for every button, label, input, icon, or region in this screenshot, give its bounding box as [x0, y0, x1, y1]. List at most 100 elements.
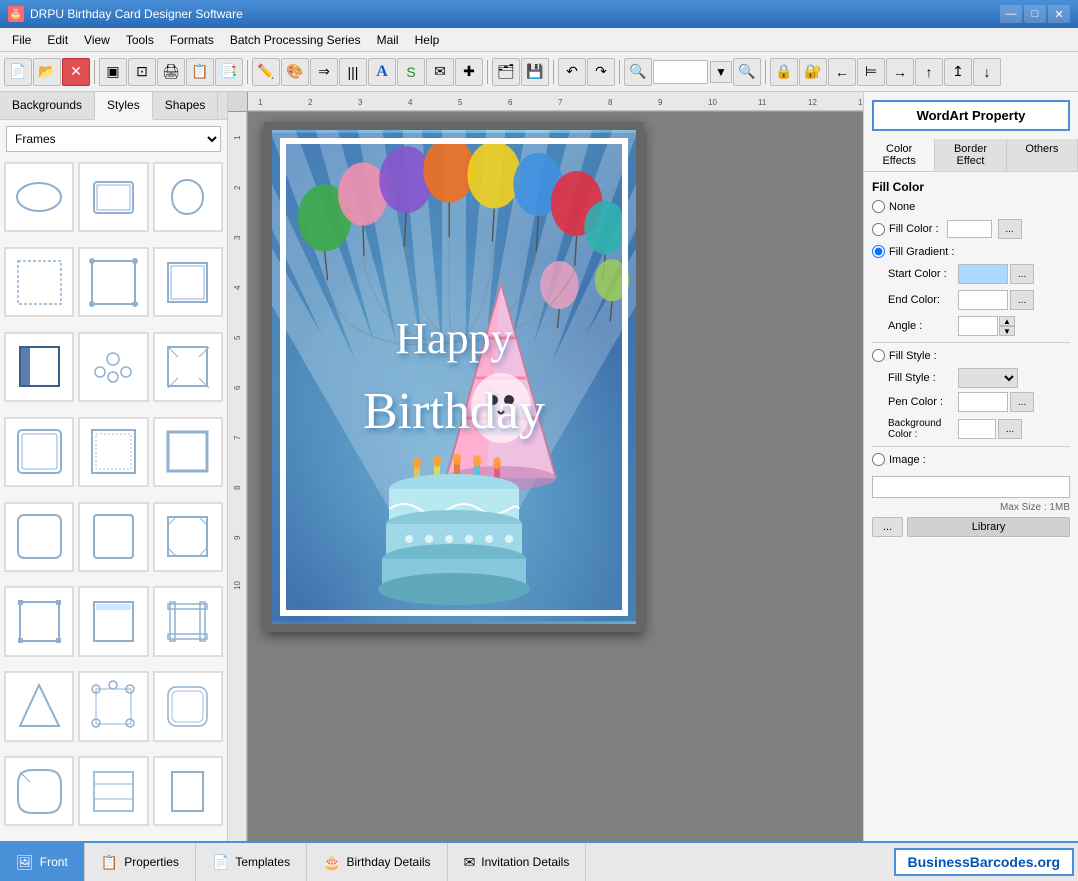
fill-gradient-radio[interactable]	[872, 245, 885, 258]
none-radio[interactable]	[872, 200, 885, 213]
frame-item[interactable]	[153, 756, 223, 826]
open-button[interactable]: 📂	[33, 58, 61, 86]
angle-down[interactable]: ▼	[999, 326, 1015, 336]
crosshair-button[interactable]: ✚	[455, 58, 483, 86]
end-color-box[interactable]	[958, 290, 1008, 310]
tab-others[interactable]: Others	[1007, 139, 1078, 171]
frame-item[interactable]	[153, 502, 223, 572]
frames-dropdown[interactable]: Frames Borders Corners	[6, 126, 221, 152]
fill-style-select[interactable]	[958, 368, 1018, 388]
tab-templates[interactable]: 📄 Templates	[196, 843, 307, 881]
maximize-button[interactable]: □	[1024, 5, 1046, 23]
image-radio[interactable]	[872, 453, 885, 466]
frame-item[interactable]	[4, 756, 74, 826]
tab-front[interactable]: 🖼 Front	[0, 843, 85, 881]
fill-color-radio[interactable]	[872, 223, 885, 236]
pen-color-box[interactable]	[958, 392, 1008, 412]
tb-btn9[interactable]: S	[397, 58, 425, 86]
tb-btn2[interactable]: ▣	[99, 58, 127, 86]
new-button[interactable]: 📄	[4, 58, 32, 86]
menu-mail[interactable]: Mail	[369, 28, 407, 51]
undo-button[interactable]: ↶	[558, 58, 586, 86]
frame-item[interactable]	[78, 162, 148, 232]
tb-btn4[interactable]: 📋	[186, 58, 214, 86]
tab-birthday-details[interactable]: 🎂 Birthday Details	[307, 843, 447, 881]
library-button[interactable]: Library	[907, 517, 1070, 537]
menu-view[interactable]: View	[76, 28, 118, 51]
tb-btn8[interactable]: ⇒	[310, 58, 338, 86]
frame-item[interactable]	[78, 417, 148, 487]
frame-item[interactable]	[153, 417, 223, 487]
frame-item[interactable]	[78, 247, 148, 317]
lock-button[interactable]: 🔒	[770, 58, 798, 86]
frame-item[interactable]	[4, 162, 74, 232]
zoom-input[interactable]: 200%	[653, 60, 708, 84]
tb-btn6[interactable]: ✏️	[252, 58, 280, 86]
frame-item[interactable]	[4, 332, 74, 402]
frame-item[interactable]	[4, 247, 74, 317]
arrow-down-button[interactable]: ↓	[973, 58, 1001, 86]
image-browse-button[interactable]: ...	[872, 517, 903, 537]
tab-border-effect[interactable]: Border Effect	[935, 139, 1006, 171]
zoom-dropdown-button[interactable]: ▼	[710, 61, 732, 83]
zoom-in-button[interactable]: 🔍	[624, 58, 652, 86]
tb-btn10[interactable]: ✉	[426, 58, 454, 86]
frame-item[interactable]	[153, 586, 223, 656]
angle-input[interactable]: 0	[958, 316, 998, 336]
frame-item[interactable]	[4, 417, 74, 487]
canvas-area[interactable]: 1 2 3 4 5 6 7 8 9 10 11 12 13 14 15 16	[228, 92, 863, 841]
frame-item[interactable]	[78, 586, 148, 656]
frame-item[interactable]	[4, 671, 74, 741]
angle-up[interactable]: ▲	[999, 316, 1015, 326]
barcode-button[interactable]: |||	[339, 58, 367, 86]
tb-btn5[interactable]: 📑	[215, 58, 243, 86]
minimize-button[interactable]: —	[1000, 5, 1022, 23]
frame-item[interactable]	[78, 332, 148, 402]
frame-item[interactable]	[153, 332, 223, 402]
start-color-browse[interactable]: ...	[1010, 264, 1034, 284]
text-button[interactable]: A	[368, 58, 396, 86]
frame-item[interactable]	[4, 586, 74, 656]
tab-shapes[interactable]: Shapes	[153, 92, 219, 119]
tb-btn7[interactable]: 🎨	[281, 58, 309, 86]
menu-edit[interactable]: Edit	[39, 28, 76, 51]
tab-color-effects[interactable]: Color Effects	[864, 139, 935, 171]
tab-styles[interactable]: Styles	[95, 92, 153, 120]
tb-btn12[interactable]: 💾	[521, 58, 549, 86]
save-button[interactable]: ✕	[62, 58, 90, 86]
close-button[interactable]: ✕	[1048, 5, 1070, 23]
menu-formats[interactable]: Formats	[162, 28, 222, 51]
redo-button[interactable]: ↷	[587, 58, 615, 86]
tb-btn3[interactable]: ⊡	[128, 58, 156, 86]
menu-batch[interactable]: Batch Processing Series	[222, 28, 369, 51]
frame-item[interactable]	[4, 502, 74, 572]
pen-color-browse[interactable]: ...	[1010, 392, 1034, 412]
tb-btn13[interactable]: ↥	[944, 58, 972, 86]
align-button[interactable]: ⊨	[857, 58, 885, 86]
frame-item[interactable]	[78, 671, 148, 741]
frame-item[interactable]	[78, 502, 148, 572]
arrow-left-button[interactable]: ←	[828, 58, 856, 86]
image-path-input[interactable]	[872, 476, 1070, 498]
fill-color-box[interactable]	[947, 220, 992, 238]
bg-color-box[interactable]	[958, 419, 996, 439]
arrow-up-button[interactable]: ↑	[915, 58, 943, 86]
frame-item[interactable]	[78, 756, 148, 826]
frame-item[interactable]	[153, 671, 223, 741]
fill-color-browse[interactable]: ...	[998, 219, 1022, 239]
menu-help[interactable]: Help	[407, 28, 448, 51]
menu-tools[interactable]: Tools	[118, 28, 162, 51]
fill-style-radio[interactable]	[872, 349, 885, 362]
tb-btn11[interactable]: 🗂	[492, 58, 520, 86]
bg-color-browse[interactable]: ...	[998, 419, 1022, 439]
print-button[interactable]: 🖨	[157, 58, 185, 86]
tab-invitation-details[interactable]: ✉ Invitation Details	[448, 843, 587, 881]
start-color-box[interactable]	[958, 264, 1008, 284]
zoom-out-button[interactable]: 🔍	[733, 58, 761, 86]
menu-file[interactable]: File	[4, 28, 39, 51]
end-color-browse[interactable]: ...	[1010, 290, 1034, 310]
arrow-right-button[interactable]: →	[886, 58, 914, 86]
tab-backgrounds[interactable]: Backgrounds	[0, 92, 95, 119]
lock2-button[interactable]: 🔐	[799, 58, 827, 86]
frame-item[interactable]	[153, 162, 223, 232]
